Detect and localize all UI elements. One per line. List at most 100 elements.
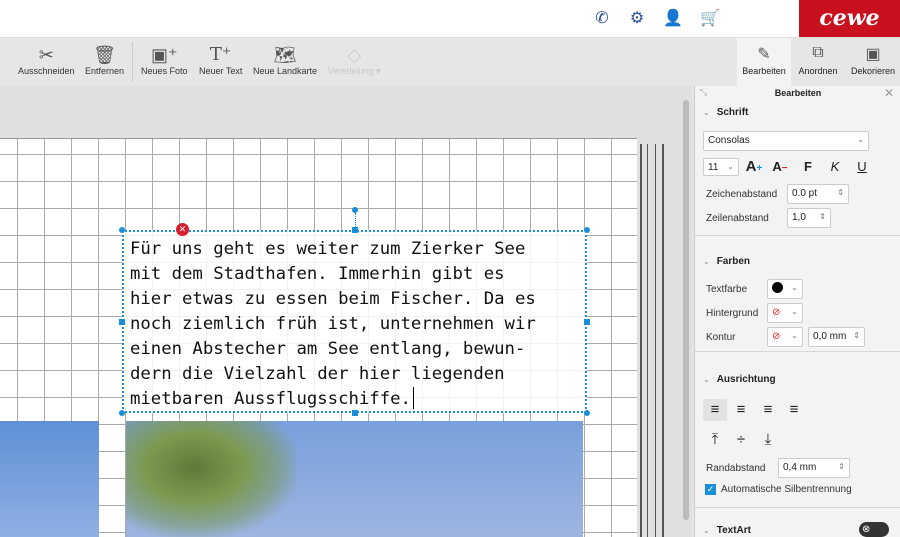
text-cursor — [412, 387, 414, 409]
stepper-icon[interactable]: ⇕ — [838, 460, 845, 473]
hyphenation-checkbox[interactable]: ✓ — [705, 484, 716, 495]
chevron-down-icon: ⌄ — [703, 375, 710, 384]
resize-handle[interactable] — [119, 319, 125, 325]
align-center-button[interactable]: ≡ — [729, 399, 753, 421]
tab-bearbeiten[interactable]: ✎ Bearbeiten — [737, 38, 791, 86]
background-color-label: Hintergrund — [706, 308, 759, 319]
properties-panel: ⤡ Bearbeiten ✕ ⌄ Schrift Consolas ⌄ 11 ⌄ A+… — [694, 86, 900, 537]
phone-icon[interactable]: ✆ — [592, 9, 612, 29]
close-icon[interactable]: ✕ — [884, 86, 894, 100]
finishing-button[interactable]: ◇ Veredelung ▾ — [328, 44, 381, 77]
align-bottom-button[interactable]: ⤓ — [756, 429, 780, 451]
new-photo-label: Neues Foto — [141, 66, 188, 76]
section-textart[interactable]: ⌄ TextArt — [703, 525, 751, 536]
new-map-button[interactable]: 🗺 Neue Landkarte — [253, 44, 317, 76]
resize-handle[interactable] — [352, 410, 358, 416]
delete-label: Entfernen — [85, 66, 125, 76]
chevron-down-icon: ⌄ — [703, 108, 710, 117]
user-icon[interactable]: 👤 — [663, 9, 683, 29]
page-edge — [647, 144, 648, 537]
text-line: einen Abstecher am See entlang, bewun- — [130, 339, 526, 359]
char-spacing-input[interactable]: 0.0 pt ⇕ — [787, 184, 849, 204]
stepper-icon[interactable]: ⇕ — [837, 186, 844, 199]
align-top-button[interactable]: ⤒ — [703, 429, 727, 451]
cart-icon[interactable]: 🛒 — [700, 9, 720, 29]
no-color-icon: ⊘ — [772, 331, 781, 342]
photo-left[interactable] — [0, 421, 99, 537]
toolbar: ✂ Ausschneiden 🗑 Entfernen ▣⁺ Neues Foto T⁺… — [0, 38, 692, 86]
text-box[interactable]: Für uns geht es weiter zum Zierker See mi… — [122, 230, 587, 413]
panel-tabs: ✎ Bearbeiten ⧉ Anordnen ▣ Dekorieren — [737, 38, 900, 86]
add-photo-icon: ▣⁺ — [151, 45, 178, 65]
section-ausrichtung[interactable]: ⌄ Ausrichtung — [703, 374, 776, 385]
section-farben[interactable]: ⌄ Farben — [703, 256, 750, 267]
finishing-label: Veredelung — [328, 66, 374, 76]
decrease-font-button[interactable]: A− — [768, 156, 792, 178]
tab-dekorieren[interactable]: ▣ Dekorieren — [846, 38, 900, 86]
page-edge — [662, 144, 664, 537]
background-color-picker[interactable]: ⊘ ⌄ — [767, 303, 803, 323]
font-size-select[interactable]: 11 ⌄ — [703, 158, 739, 176]
settings-icon[interactable]: ⚙ — [627, 9, 647, 29]
resize-handle[interactable] — [584, 227, 590, 233]
margin-label: Randabstand — [706, 463, 766, 474]
new-text-button[interactable]: T⁺ Neuer Text — [199, 44, 242, 76]
chevron-down-icon: ⌄ — [791, 283, 798, 292]
cewe-logo[interactable]: cewe — [799, 0, 900, 37]
textart-toggle[interactable]: ⊗ — [859, 522, 889, 537]
chevron-down-icon: ⌄ — [703, 257, 710, 266]
char-spacing-label: Zeichenabstand — [706, 189, 778, 200]
justify-button[interactable]: ≡ — [782, 399, 806, 421]
divider — [695, 235, 900, 236]
tab-label: Bearbeiten — [742, 66, 786, 76]
section-heading: Ausrichtung — [716, 374, 776, 385]
delete-element-icon[interactable]: ✕ — [176, 223, 189, 236]
resize-handle[interactable] — [119, 410, 125, 416]
no-color-icon: ⊘ — [772, 307, 781, 318]
contour-width-input[interactable]: 0,0 mm ⇕ — [808, 327, 865, 347]
resize-handle[interactable] — [584, 410, 590, 416]
tab-anordnen[interactable]: ⧉ Anordnen — [791, 38, 845, 86]
line-spacing-input[interactable]: 1,0 ⇕ — [787, 208, 831, 228]
underline-button[interactable]: U — [850, 156, 874, 178]
rotate-line — [355, 213, 356, 227]
bold-button[interactable]: F — [796, 156, 820, 178]
delete-button[interactable]: 🗑 Entfernen — [85, 44, 124, 76]
hyphenation-label: Automatische Silbentrennung — [721, 484, 852, 495]
add-map-icon: 🗺 — [273, 45, 297, 65]
align-middle-button[interactable]: ÷ — [729, 429, 753, 451]
contour-color-picker[interactable]: ⊘ ⌄ — [767, 327, 803, 347]
margin-input[interactable]: 0,4 mm ⇕ — [778, 458, 850, 478]
new-photo-button[interactable]: ▣⁺ Neues Foto — [141, 44, 188, 76]
resize-handle[interactable] — [584, 319, 590, 325]
stepper-icon[interactable]: ⇕ — [853, 329, 860, 342]
vertical-scrollbar[interactable] — [683, 100, 689, 520]
text-content[interactable]: Für uns geht es weiter zum Zierker See mi… — [130, 237, 536, 412]
increase-font-button[interactable]: A+ — [742, 156, 766, 178]
cut-label: Ausschneiden — [18, 66, 75, 76]
cut-button[interactable]: ✂ Ausschneiden — [18, 44, 75, 76]
chevron-down-icon: ⌄ — [791, 331, 798, 340]
align-right-button[interactable]: ≡ — [756, 399, 780, 421]
diamond-icon: ◇ — [347, 45, 362, 65]
resize-handle[interactable] — [352, 227, 358, 233]
stepper-icon[interactable]: ⇕ — [819, 210, 826, 223]
margin-value: 0,4 mm — [783, 462, 817, 473]
text-line: noch ziemlich früh ist, unternehmen wir — [130, 314, 536, 334]
section-schrift[interactable]: ⌄ Schrift — [703, 107, 748, 118]
resize-handle[interactable] — [119, 227, 125, 233]
text-line: hier etwas zu essen beim Fischer. Da es — [130, 289, 536, 309]
section-heading: Schrift — [716, 107, 749, 118]
font-value: Consolas — [708, 135, 750, 146]
font-select[interactable]: Consolas ⌄ — [703, 131, 869, 151]
top-bar: ✆ ⚙ 👤 🛒 cewe — [0, 0, 900, 38]
canvas-area[interactable]: Für uns geht es weiter zum Zierker See mi… — [0, 86, 692, 537]
chevron-down-icon: ⌄ — [703, 526, 710, 535]
align-left-button[interactable]: ≡ — [703, 399, 727, 421]
color-swatch — [772, 282, 783, 293]
text-color-picker[interactable]: ⌄ — [767, 279, 803, 299]
divider — [695, 507, 900, 508]
new-text-label: Neuer Text — [199, 66, 243, 76]
tab-label: Anordnen — [798, 66, 838, 76]
italic-button[interactable]: K — [823, 156, 847, 178]
